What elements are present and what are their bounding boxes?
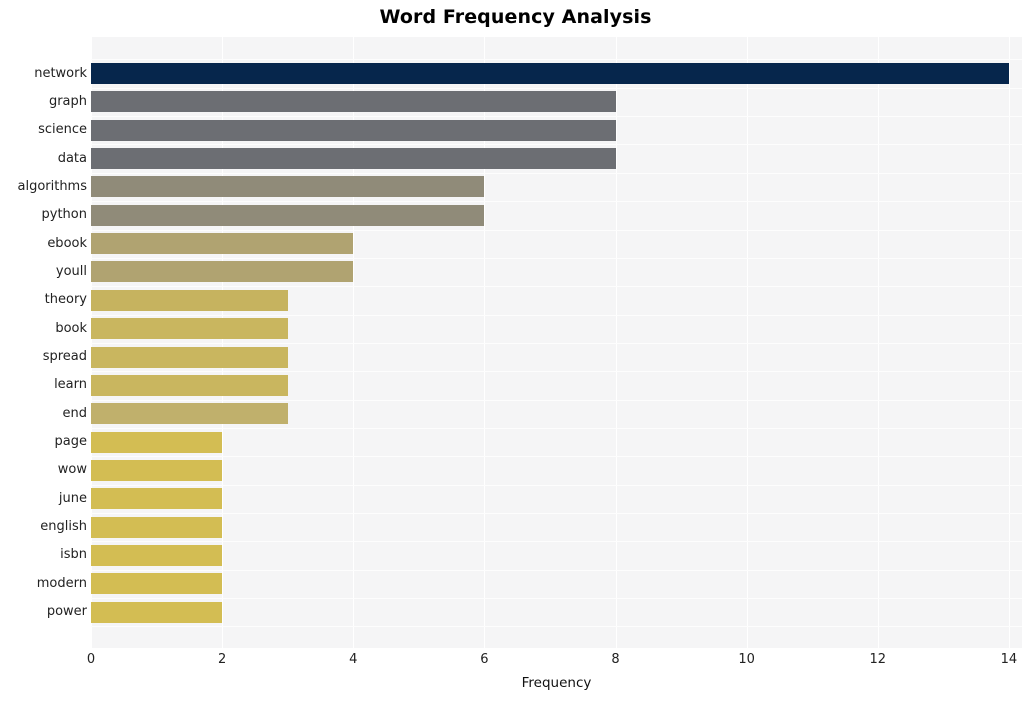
y-axis-tick-labels: network graph science data algorithms python e… bbox=[0, 37, 87, 648]
gridline-horizontal bbox=[91, 484, 1022, 486]
y-axis-tick-label: youll bbox=[55, 263, 87, 279]
bar[interactable] bbox=[91, 403, 288, 425]
gridline-horizontal bbox=[91, 569, 1022, 571]
y-axis-tick-label: theory bbox=[44, 292, 87, 308]
gridline-horizontal bbox=[91, 626, 1022, 628]
y-axis-tick-label: science bbox=[38, 122, 87, 138]
y-axis-tick-label: english bbox=[40, 519, 87, 535]
bar[interactable] bbox=[91, 544, 223, 566]
y-axis-tick-label: ebook bbox=[47, 235, 87, 251]
y-axis-tick-label: network bbox=[34, 65, 87, 81]
bar[interactable] bbox=[91, 261, 354, 283]
y-axis-tick-label: modern bbox=[36, 575, 87, 591]
x-axis-label: Frequency bbox=[521, 675, 592, 691]
gridline-horizontal bbox=[91, 513, 1022, 514]
gridline-horizontal bbox=[91, 598, 1022, 600]
x-axis-tick-label: 4 bbox=[349, 652, 358, 667]
y-axis-tick-label: isbn bbox=[60, 547, 87, 563]
y-axis-tick-label: end bbox=[62, 405, 88, 421]
bar[interactable] bbox=[91, 516, 223, 538]
gridline-horizontal bbox=[91, 314, 1022, 316]
x-axis-tick-labels: 0 2 4 6 8 10 12 14 bbox=[87, 652, 1022, 674]
y-axis-tick-label: data bbox=[57, 150, 87, 166]
y-axis-tick-label: spread bbox=[42, 349, 87, 364]
bar[interactable] bbox=[91, 119, 616, 141]
gridline-horizontal bbox=[91, 116, 1022, 118]
x-axis-tick-label: 8 bbox=[611, 652, 620, 667]
y-axis-tick-label: book bbox=[55, 320, 87, 336]
y-axis-tick-label: power bbox=[46, 604, 87, 620]
gridline-horizontal bbox=[91, 427, 1022, 429]
bar[interactable] bbox=[91, 176, 485, 198]
bar[interactable] bbox=[91, 233, 354, 255]
y-axis-tick-label: wow bbox=[57, 462, 87, 478]
gridline-horizontal bbox=[91, 286, 1022, 288]
gridline-horizontal bbox=[91, 342, 1022, 344]
gridline-horizontal bbox=[91, 399, 1022, 401]
x-axis-tick-label: 10 bbox=[738, 652, 755, 667]
gridline-horizontal bbox=[91, 59, 1022, 61]
bar[interactable] bbox=[91, 488, 223, 510]
bar[interactable] bbox=[91, 63, 1009, 84]
bar[interactable] bbox=[91, 601, 223, 623]
plot-area bbox=[91, 37, 1022, 648]
y-axis-tick-label: python bbox=[41, 207, 87, 223]
chart-figure: Word Frequency Analysis network graph scie… bbox=[0, 0, 1031, 701]
bar[interactable] bbox=[91, 289, 288, 311]
y-axis-tick-label: page bbox=[54, 434, 87, 450]
y-axis-tick-label: learn bbox=[54, 377, 87, 393]
bar[interactable] bbox=[91, 459, 223, 481]
gridline-horizontal bbox=[91, 172, 1022, 174]
gridline-horizontal bbox=[91, 229, 1022, 231]
gridline-horizontal bbox=[91, 201, 1022, 203]
bar[interactable] bbox=[91, 148, 616, 170]
bar[interactable] bbox=[91, 431, 223, 453]
bar[interactable] bbox=[91, 374, 288, 396]
chart-title: Word Frequency Analysis bbox=[379, 6, 652, 28]
gridline-horizontal bbox=[91, 87, 1022, 89]
gridline-horizontal bbox=[91, 541, 1022, 543]
bar[interactable] bbox=[91, 318, 288, 340]
y-axis-tick-label: graph bbox=[48, 93, 87, 109]
gridline-horizontal bbox=[91, 456, 1022, 458]
x-axis-tick-label: 6 bbox=[480, 652, 489, 667]
gridline-horizontal bbox=[91, 144, 1022, 146]
x-axis-tick-label: 0 bbox=[86, 652, 96, 667]
x-axis-tick-label: 12 bbox=[869, 652, 887, 667]
x-axis-tick-label: 2 bbox=[217, 652, 227, 667]
bar[interactable] bbox=[91, 346, 288, 368]
bar[interactable] bbox=[91, 204, 485, 226]
y-axis-tick-label: june bbox=[58, 490, 87, 506]
y-axis-tick-label: algorithms bbox=[17, 178, 87, 194]
bar[interactable] bbox=[91, 91, 616, 113]
bar[interactable] bbox=[91, 573, 223, 595]
gridline-horizontal bbox=[91, 371, 1022, 373]
gridline-horizontal bbox=[91, 257, 1022, 259]
x-axis-tick-label: 14 bbox=[1000, 652, 1018, 667]
